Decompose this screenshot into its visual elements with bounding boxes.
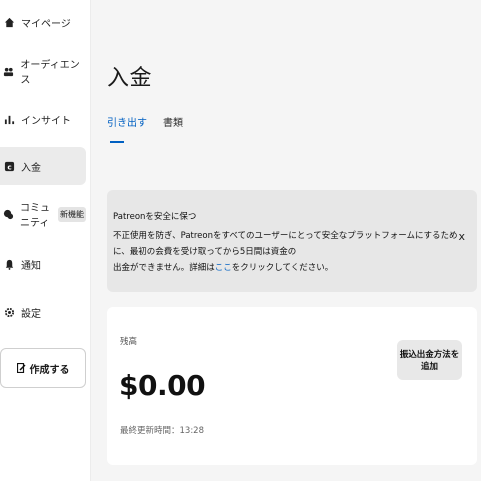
- close-icon[interactable]: x: [458, 230, 465, 243]
- balance-label: 残高: [120, 337, 138, 347]
- sidebar-item-community[interactable]: コミュニティ 新機能: [0, 195, 86, 233]
- sidebar-item-label: オーディエンス: [20, 60, 80, 86]
- create-button[interactable]: 作成する: [0, 348, 86, 388]
- notice-body-line1: 不正使用を防ぎ、Patreonをすべてのユーザーにとって安全なプラットフォームに…: [113, 231, 458, 257]
- sidebar-item-audience[interactable]: オーディエンス: [0, 52, 86, 90]
- page-title: 入金: [107, 66, 153, 91]
- sidebar-item-label: インサイト: [21, 115, 71, 127]
- svg-text:c: c: [7, 162, 11, 171]
- notice-title: Patreonを安全に保つ: [113, 212, 197, 222]
- safety-notice: Patreonを安全に保つ 不正使用を防ぎ、Patreonをすべてのユーザーにと…: [107, 190, 477, 292]
- main-content: 入金 引き出す 書類 Patreonを安全に保つ 不正使用を防ぎ、Patreon…: [91, 0, 481, 481]
- edit-icon: [16, 363, 26, 373]
- community-icon: [3, 208, 14, 220]
- sidebar-item-payouts[interactable]: c 入金: [0, 147, 86, 185]
- sidebar-item-label: 通知: [21, 260, 41, 272]
- bell-icon: [3, 258, 15, 270]
- sidebar-item-label: マイページ: [21, 18, 71, 30]
- home-icon: [3, 16, 15, 28]
- notice-text-prefix: 出金ができません。詳細は: [113, 263, 215, 273]
- payout-icon: c: [3, 160, 15, 172]
- add-payout-method-button[interactable]: 振込出金方法を追加: [397, 340, 462, 380]
- sidebar-item-label: コミュニティ: [20, 203, 50, 229]
- sidebar-item-label: 設定: [21, 308, 41, 320]
- bar-chart-icon: [3, 113, 15, 125]
- balance-amount: $0.00: [119, 369, 206, 402]
- sidebar: マイページ オーディエンス インサイト c 入金 コミュニティ 新機能 通知 設…: [0, 0, 91, 481]
- sidebar-item-notifications[interactable]: 通知: [0, 245, 86, 283]
- notice-body: 不正使用を防ぎ、Patreonをすべてのユーザーにとって安全なプラットフォームに…: [113, 228, 458, 276]
- tab-documents[interactable]: 書類: [163, 114, 183, 143]
- last-updated: 最終更新時間：13:28: [120, 426, 204, 436]
- notice-link[interactable]: ここ: [215, 263, 232, 273]
- sidebar-item-settings[interactable]: 設定: [0, 293, 86, 331]
- people-icon: [3, 65, 14, 77]
- notice-body-line2: 出金ができません。詳細はここをクリックしてください。: [113, 260, 458, 276]
- sidebar-item-label: 入金: [21, 162, 41, 174]
- tab-withdraw[interactable]: 引き出す: [107, 114, 147, 143]
- notice-text-suffix: をクリックしてください。: [231, 263, 334, 273]
- create-button-label: 作成する: [29, 364, 70, 376]
- tab-bar: 引き出す 書類: [107, 114, 199, 143]
- sidebar-item-insights[interactable]: インサイト: [0, 100, 86, 138]
- balance-card: 残高 $0.00 最終更新時間：13:28 振込出金方法を追加: [107, 307, 477, 465]
- gear-icon: [3, 306, 15, 318]
- sidebar-item-mypage[interactable]: マイページ: [0, 3, 86, 41]
- new-feature-badge: 新機能: [58, 206, 86, 222]
